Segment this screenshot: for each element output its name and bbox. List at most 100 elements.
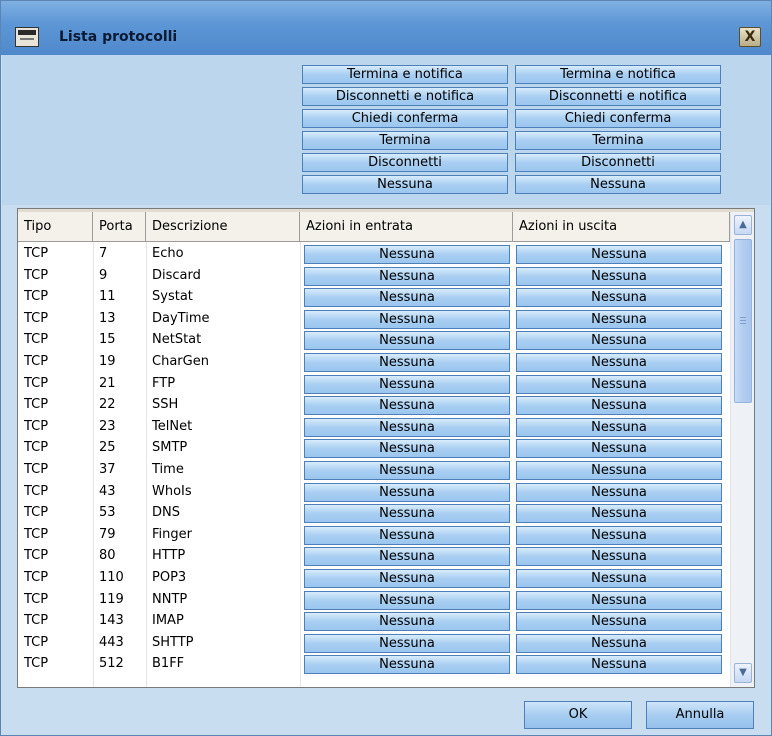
inbound-action-button[interactable]: Nessuna <box>304 331 510 351</box>
table-row[interactable]: TCP 512 B1FF Nessuna Nessuna <box>18 653 730 675</box>
outbound-action-button[interactable]: Nessuna <box>516 655 722 675</box>
inbound-disconnetti-e-notifica-button[interactable]: Disconnetti e notifica <box>302 87 508 106</box>
cell-descrizione: Systat <box>152 289 193 305</box>
table-row[interactable]: TCP 13 DayTime Nessuna Nessuna <box>18 308 730 330</box>
outbound-disconnetti-button[interactable]: Disconnetti <box>515 153 721 172</box>
inbound-action-button[interactable]: Nessuna <box>304 374 510 394</box>
outbound-action-button[interactable]: Nessuna <box>516 569 722 588</box>
inbound-action-button[interactable]: Nessuna <box>304 461 510 480</box>
cell-tipo: TCP <box>24 310 49 326</box>
cell-tipo: TCP <box>24 332 49 348</box>
inbound-action-button[interactable]: Nessuna <box>304 353 510 372</box>
inbound-nessuna-button[interactable]: Nessuna <box>302 175 508 194</box>
inbound-action-button[interactable]: Nessuna <box>304 655 510 675</box>
cell-tipo: TCP <box>24 375 49 391</box>
outbound-action-button[interactable]: Nessuna <box>516 353 722 372</box>
cell-tipo: TCP <box>24 462 49 477</box>
table-row[interactable]: TCP 25 SMTP Nessuna Nessuna <box>18 437 730 459</box>
cell-descrizione: B1FF <box>152 656 185 672</box>
outbound-nessuna-button[interactable]: Nessuna <box>515 175 721 194</box>
column-header-azioni-uscita[interactable]: Azioni in uscita <box>513 212 730 242</box>
table-row[interactable]: TCP 15 NetStat Nessuna Nessuna <box>18 329 730 351</box>
inbound-action-button[interactable]: Nessuna <box>304 612 510 632</box>
inbound-action-button[interactable]: Nessuna <box>304 417 510 437</box>
inbound-action-button[interactable]: Nessuna <box>304 590 510 610</box>
cell-descrizione: WhoIs <box>152 483 192 499</box>
vertical-scrollbar[interactable]: ▲ ▼ <box>730 212 754 687</box>
table-row[interactable]: TCP 19 CharGen Nessuna Nessuna <box>18 351 730 373</box>
ok-button[interactable]: OK <box>524 701 632 729</box>
inbound-action-button[interactable]: Nessuna <box>304 266 510 286</box>
inbound-disconnetti-button[interactable]: Disconnetti <box>302 153 508 172</box>
outbound-action-button[interactable]: Nessuna <box>516 245 722 264</box>
inbound-action-button[interactable]: Nessuna <box>304 439 510 459</box>
inbound-action-button[interactable]: Nessuna <box>304 245 510 264</box>
inbound-action-button[interactable]: Nessuna <box>304 396 510 416</box>
column-header-tipo[interactable]: Tipo <box>18 212 93 242</box>
table-row[interactable]: TCP 9 Discard Nessuna Nessuna <box>18 265 730 287</box>
table-row[interactable]: TCP 23 TelNet Nessuna Nessuna <box>18 416 730 438</box>
outbound-action-button[interactable]: Nessuna <box>516 504 722 524</box>
column-header-porta[interactable]: Porta <box>93 212 146 242</box>
inbound-termina-e-notifica-button[interactable]: Termina e notifica <box>302 65 508 84</box>
title-bar: Lista protocolli X <box>1 1 771 55</box>
cell-tipo: TCP <box>24 634 49 650</box>
cell-descrizione: DNS <box>152 505 180 521</box>
table-row[interactable]: TCP 110 POP3 Nessuna Nessuna <box>18 567 730 589</box>
table-row[interactable]: TCP 143 IMAP Nessuna Nessuna <box>18 610 730 632</box>
outbound-chiedi-conferma-button[interactable]: Chiedi conferma <box>515 109 721 128</box>
outbound-termina-button[interactable]: Termina <box>515 131 721 150</box>
outbound-action-button[interactable]: Nessuna <box>516 396 722 416</box>
inbound-action-button[interactable]: Nessuna <box>304 288 510 308</box>
outbound-action-button[interactable]: Nessuna <box>516 288 722 308</box>
column-header-azioni-entrata[interactable]: Azioni in entrata <box>300 212 513 242</box>
cell-porta: 37 <box>99 462 116 477</box>
table-row[interactable]: TCP 43 WhoIs Nessuna Nessuna <box>18 481 730 503</box>
table-row[interactable]: TCP 79 Finger Nessuna Nessuna <box>18 524 730 546</box>
inbound-action-button[interactable]: Nessuna <box>304 525 510 545</box>
inbound-termina-button[interactable]: Termina <box>302 131 508 150</box>
outbound-action-button[interactable]: Nessuna <box>516 374 722 394</box>
table-row[interactable]: TCP 53 DNS Nessuna Nessuna <box>18 502 730 524</box>
close-icon[interactable]: X <box>739 27 761 47</box>
cell-descrizione: CharGen <box>152 354 209 369</box>
outbound-action-button[interactable]: Nessuna <box>516 439 722 459</box>
inbound-action-button[interactable]: Nessuna <box>304 504 510 524</box>
table-row[interactable]: TCP 22 SSH Nessuna Nessuna <box>18 394 730 416</box>
cell-tipo: TCP <box>24 483 49 499</box>
table-row[interactable]: TCP 11 Systat Nessuna Nessuna <box>18 286 730 308</box>
outbound-action-button[interactable]: Nessuna <box>516 331 722 351</box>
outbound-action-button[interactable]: Nessuna <box>516 612 722 632</box>
inbound-chiedi-conferma-button[interactable]: Chiedi conferma <box>302 109 508 128</box>
table-row[interactable]: TCP 119 NNTP Nessuna Nessuna <box>18 589 730 611</box>
inbound-action-button[interactable]: Nessuna <box>304 569 510 588</box>
outbound-action-button[interactable]: Nessuna <box>516 482 722 502</box>
cell-descrizione: TelNet <box>152 418 193 434</box>
table-row[interactable]: TCP 21 FTP Nessuna Nessuna <box>18 373 730 395</box>
scrollbar-thumb[interactable] <box>734 239 752 403</box>
table-row[interactable]: TCP 443 SHTTP Nessuna Nessuna <box>18 632 730 654</box>
outbound-action-button[interactable]: Nessuna <box>516 461 722 480</box>
outbound-action-button[interactable]: Nessuna <box>516 309 722 329</box>
outbound-disconnetti-e-notifica-button[interactable]: Disconnetti e notifica <box>515 87 721 106</box>
column-header-descrizione[interactable]: Descrizione <box>146 212 300 242</box>
inbound-action-button[interactable]: Nessuna <box>304 547 510 567</box>
inbound-action-button[interactable]: Nessuna <box>304 633 510 653</box>
outbound-termina-e-notifica-button[interactable]: Termina e notifica <box>515 65 721 84</box>
cell-descrizione: IMAP <box>152 613 184 629</box>
outbound-action-button[interactable]: Nessuna <box>516 417 722 437</box>
table-row[interactable]: TCP 80 HTTP Nessuna Nessuna <box>18 545 730 567</box>
inbound-action-button[interactable]: Nessuna <box>304 309 510 329</box>
cancel-button[interactable]: Annulla <box>646 701 754 729</box>
table-row[interactable]: TCP 7 Echo Nessuna Nessuna <box>18 243 730 265</box>
cell-tipo: TCP <box>24 246 49 261</box>
chevron-up-icon[interactable]: ▲ <box>734 215 752 235</box>
outbound-action-button[interactable]: Nessuna <box>516 525 722 545</box>
outbound-action-button[interactable]: Nessuna <box>516 266 722 286</box>
outbound-action-button[interactable]: Nessuna <box>516 547 722 567</box>
table-row[interactable]: TCP 37 Time Nessuna Nessuna <box>18 459 730 481</box>
outbound-action-button[interactable]: Nessuna <box>516 590 722 610</box>
outbound-action-button[interactable]: Nessuna <box>516 633 722 653</box>
inbound-action-button[interactable]: Nessuna <box>304 482 510 502</box>
chevron-down-icon[interactable]: ▼ <box>734 663 752 683</box>
